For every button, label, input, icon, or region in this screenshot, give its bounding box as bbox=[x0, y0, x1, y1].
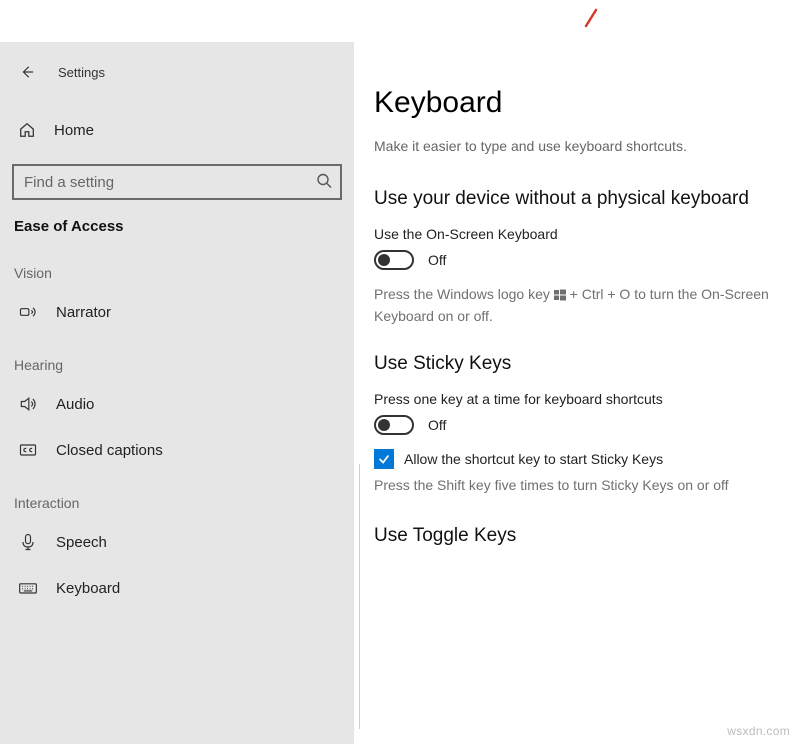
page-description: Make it easier to type and use keyboard … bbox=[374, 138, 800, 154]
search-wrap bbox=[12, 164, 342, 200]
section-sticky-keys: Use Sticky Keys bbox=[374, 353, 800, 375]
nav-home[interactable]: Home bbox=[0, 108, 354, 152]
sticky-shortcut-checkbox[interactable] bbox=[374, 449, 394, 469]
osk-label: Use the On-Screen Keyboard bbox=[374, 226, 800, 242]
keyboard-icon bbox=[18, 578, 38, 598]
sticky-label: Press one key at a time for keyboard sho… bbox=[374, 391, 800, 407]
osk-hint: Press the Windows logo key + Ctrl + O to… bbox=[374, 284, 800, 327]
audio-icon bbox=[18, 394, 38, 414]
group-hearing-label: Hearing bbox=[0, 335, 354, 381]
nav-item-label: Closed captions bbox=[56, 442, 163, 459]
search-input[interactable] bbox=[12, 164, 342, 200]
main-panel: Keyboard Make it easier to type and use … bbox=[354, 42, 800, 744]
group-vision-label: Vision bbox=[0, 243, 354, 289]
nav-item-label: Narrator bbox=[56, 304, 111, 321]
settings-sidebar: Settings Home Ease of Access Vision Narr… bbox=[0, 42, 354, 744]
nav-item-label: Audio bbox=[56, 396, 94, 413]
page-title: Keyboard bbox=[374, 86, 800, 120]
speech-icon bbox=[18, 532, 38, 552]
nav-audio[interactable]: Audio bbox=[0, 381, 354, 427]
windows-logo-icon bbox=[554, 286, 566, 306]
sticky-toggle-state: Off bbox=[428, 417, 446, 433]
back-button[interactable] bbox=[20, 65, 34, 79]
nav-home-label: Home bbox=[54, 122, 94, 139]
home-icon bbox=[18, 121, 36, 139]
osk-toggle-state: Off bbox=[428, 252, 446, 268]
nav-item-label: Keyboard bbox=[56, 580, 120, 597]
sticky-checkbox-label: Allow the shortcut key to start Sticky K… bbox=[404, 451, 663, 467]
sticky-toggle[interactable] bbox=[374, 415, 414, 435]
search-icon bbox=[316, 173, 332, 192]
nav-item-label: Speech bbox=[56, 534, 107, 551]
panel-divider bbox=[359, 464, 360, 729]
closed-captions-icon bbox=[18, 440, 38, 460]
narrator-icon bbox=[18, 302, 38, 322]
nav-speech[interactable]: Speech bbox=[0, 519, 354, 565]
section-toggle-keys: Use Toggle Keys bbox=[374, 525, 800, 547]
app-title: Settings bbox=[58, 65, 105, 80]
osk-toggle[interactable] bbox=[374, 250, 414, 270]
header-row: Settings bbox=[0, 50, 354, 94]
osk-hint-pre: Press the Windows logo key bbox=[374, 286, 554, 302]
category-title: Ease of Access bbox=[0, 200, 354, 243]
nav-keyboard[interactable]: Keyboard bbox=[0, 565, 354, 611]
sticky-hint: Press the Shift key five times to turn S… bbox=[374, 475, 800, 495]
nav-narrator[interactable]: Narrator bbox=[0, 289, 354, 335]
section-no-physical-keyboard: Use your device without a physical keybo… bbox=[374, 188, 800, 210]
annotation-mark bbox=[584, 8, 598, 28]
group-interaction-label: Interaction bbox=[0, 473, 354, 519]
watermark: wsxdn.com bbox=[727, 724, 790, 738]
nav-closed-captions[interactable]: Closed captions bbox=[0, 427, 354, 473]
top-blank-area bbox=[0, 0, 800, 42]
